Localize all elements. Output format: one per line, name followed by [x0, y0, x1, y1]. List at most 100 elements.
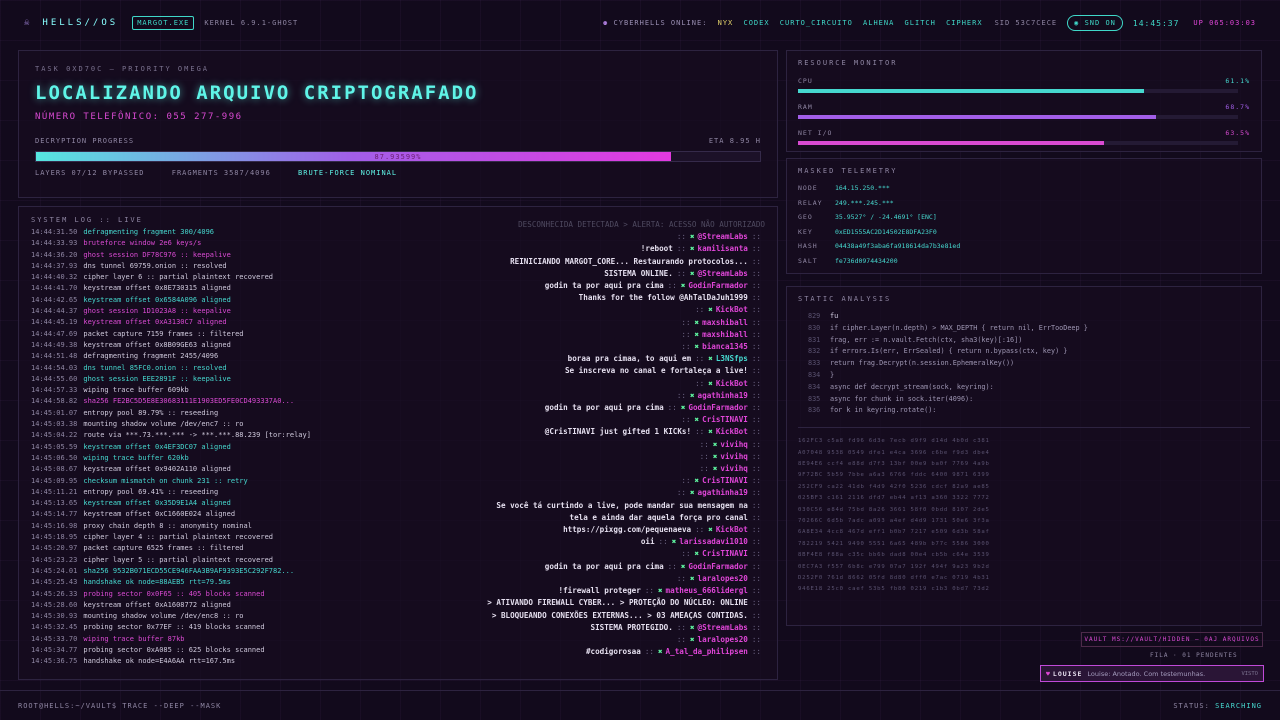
kick-badge-icon: ✖: [694, 329, 700, 339]
online-user[interactable]: CURTO_CIRCUITO: [780, 19, 853, 27]
line-number: 835: [808, 394, 821, 403]
chat-username[interactable]: @StreamLabs: [698, 623, 748, 632]
chat-line: :: ✖ agathinha19::: [345, 487, 765, 499]
chat-separator: ::: [676, 232, 686, 242]
telemetry-key: NODE: [798, 184, 818, 193]
chat-username[interactable]: A_tal_da_philipsen: [666, 647, 748, 656]
log-line: 14:44:45.19 keystream offset 0xA3130C7 al…: [31, 317, 351, 328]
chat-separator: ::: [751, 354, 761, 364]
chat-line: tela e ainda dar aquela força pro canal:…: [345, 512, 765, 524]
log-line: 14:44:42.65 keystream offset 0x6584A096 a…: [31, 295, 351, 306]
telemetry-row: SALT fe736d0974434200: [798, 254, 960, 269]
log-message: cipher layer 5 :: partial plaintext reco…: [83, 555, 274, 564]
shell-prompt[interactable]: ROOT@HELLS:~/VAULT$ TRACE --DEEP --MASK: [18, 702, 221, 710]
online-user[interactable]: CIPHERX: [946, 19, 983, 27]
chat-username[interactable]: laralopes20: [698, 574, 748, 583]
chat-username[interactable]: GodinFarmador: [688, 562, 747, 571]
static-analysis[interactable]: STATIC ANALYSIS 829 fu 830 if cipher.Layer(…: [786, 286, 1262, 626]
chat-username[interactable]: @StreamLabs: [698, 232, 748, 241]
chat-username[interactable]: maxshiball: [702, 330, 748, 339]
chat-username[interactable]: vivihq: [720, 452, 747, 461]
log-time: 14:44:58.82: [31, 397, 78, 406]
telemetry-value: 0xED1555AC2D14502E8DFA23F0: [835, 227, 937, 236]
chat-message: godin ta por aqui pra cima: [544, 403, 664, 413]
chat-separator: ::: [699, 464, 709, 474]
chat-username[interactable]: GodinFarmador: [688, 403, 747, 412]
chat-username[interactable]: vivihq: [720, 464, 747, 473]
chat-username[interactable]: CrisTINAVI: [702, 476, 748, 485]
chat-separator: ::: [751, 366, 761, 376]
speaker-icon: ◉: [1074, 19, 1085, 27]
chat-username[interactable]: KickBot: [716, 427, 748, 436]
system-log-panel[interactable]: SYSTEM LOG :: LIVE 14:44:31.50 defragment…: [18, 206, 778, 680]
online-user[interactable]: GLITCH: [905, 19, 936, 27]
online-user[interactable]: CODEX: [744, 19, 770, 27]
log-message: packet capture 6525 frames :: filtered: [83, 544, 244, 553]
kick-badge-icon: ✖: [712, 464, 718, 474]
chat-line: oii:: ✖ larissadavi1010::: [345, 536, 765, 548]
chat-username[interactable]: KickBot: [716, 525, 748, 534]
masked-telemetry: MASKED TELEMETRY NODE 164.15.250.*** RELA…: [786, 158, 1262, 274]
line-number: 834: [808, 370, 821, 379]
chat-username[interactable]: KickBot: [716, 379, 748, 388]
chat-username[interactable]: @StreamLabs: [698, 269, 748, 278]
process-chip[interactable]: MARGOT.EXE: [132, 16, 195, 30]
log-time: 14:45:06.50: [31, 453, 78, 462]
chat-separator: ::: [681, 549, 691, 559]
chat-username[interactable]: bianca1345: [702, 342, 748, 351]
sound-toggle[interactable]: ◉ SND ON: [1067, 15, 1123, 31]
chat-separator: ::: [751, 268, 761, 278]
log-line: 14:45:18.95 cipher layer 4 :: partial pla…: [31, 532, 351, 543]
online-user[interactable]: NYX: [718, 19, 734, 27]
clock: 14:45:37: [1132, 18, 1180, 28]
vault-path[interactable]: VAULT MS://VAULT/HIDDEN — 0AJ ARQUIVOS: [1081, 632, 1263, 647]
chat-username[interactable]: CrisTINAVI: [702, 549, 748, 558]
chat-line: boraa pra cimaa, to aqui em:: ✖ L3NSfps::: [345, 353, 765, 365]
hex-row: 782219 5421 9490 5551 6a65 489b b77c 558…: [798, 540, 990, 547]
chat-username[interactable]: laralopes20: [698, 635, 748, 644]
log-time: 14:45:24.01: [31, 566, 78, 575]
kick-badge-icon: ✖: [694, 342, 700, 352]
toast-ack-button[interactable]: VISTO: [1241, 671, 1258, 677]
chat-username[interactable]: agathinha19: [698, 488, 748, 497]
log-message: sha256 FE2BC5D5E8E30683111E1903ED5FE0CD4…: [83, 397, 295, 406]
chat-username[interactable]: agathinha19: [698, 391, 748, 400]
log-message: wiping trace buffer 87kb: [83, 634, 185, 643]
code-text: if cipher.Layer(n.depth) > MAX_DEPTH { r…: [830, 323, 1088, 332]
system-log-title: SYSTEM LOG :: LIVE: [31, 216, 143, 224]
telemetry-row: KEY 0xED1555AC2D14502E8DFA23F0: [798, 225, 960, 240]
chat-line: :: ✖ KickBot::: [345, 378, 765, 390]
chat-username[interactable]: matheus_666lidergl: [666, 586, 748, 595]
chat-separator: ::: [751, 586, 761, 596]
chat-separator: ::: [676, 622, 686, 632]
chat-username[interactable]: GodinFarmador: [688, 281, 747, 290]
code-line: 831 frag, err := n.vault.Fetch(ctx, sha3(…: [798, 335, 1250, 347]
log-time: 14:44:44.37: [31, 307, 78, 316]
code-text: frag, err := n.vault.Fetch(ctx, sha3(key…: [830, 335, 1023, 344]
chat-separator: ::: [751, 549, 761, 559]
log-line: 14:45:01.07 entropy pool 89.79% :: reseed…: [31, 408, 351, 419]
kick-badge-icon: ✖: [657, 586, 663, 596]
code-line: 835 async for chunk in sock.iter(4096):: [798, 394, 1250, 406]
telemetry-row: HASH 04438a49f3aba6fa918614da7b3e81ed: [798, 239, 960, 254]
chat-username[interactable]: CrisTINAVI: [702, 415, 748, 424]
chat-username[interactable]: L3NSfps: [716, 354, 748, 363]
meter-label: RAM: [798, 103, 813, 111]
log-time: 14:45:34.77: [31, 645, 78, 654]
chat-separator: ::: [751, 403, 761, 413]
chat-username[interactable]: vivihq: [720, 440, 747, 449]
online-user[interactable]: ALHENA: [863, 19, 894, 27]
chat-username[interactable]: larissadavi1010: [679, 537, 748, 546]
logo-text: HELLS//OS: [42, 18, 119, 28]
chat-username[interactable]: maxshiball: [702, 318, 748, 327]
log-message: ghost session 1D1023A8 :: keepalive: [83, 307, 231, 316]
log-message: cipher layer 6 :: partial plaintext reco…: [83, 273, 274, 282]
chat-username[interactable]: kamilisanta: [698, 244, 748, 253]
log-time: 14:45:23.23: [31, 555, 78, 564]
log-message: mounting shadow volume /dev/enc8 :: ro: [83, 612, 244, 621]
chat-separator: ::: [751, 415, 761, 425]
kick-badge-icon: ✖: [712, 439, 718, 449]
log-message: checksum mismatch on chunk 231 :: retry: [83, 476, 248, 485]
notification-toast[interactable]: ♥ LOUISE Louise: Anotado. Com testemunha…: [1040, 665, 1264, 682]
chat-username[interactable]: KickBot: [716, 305, 748, 314]
